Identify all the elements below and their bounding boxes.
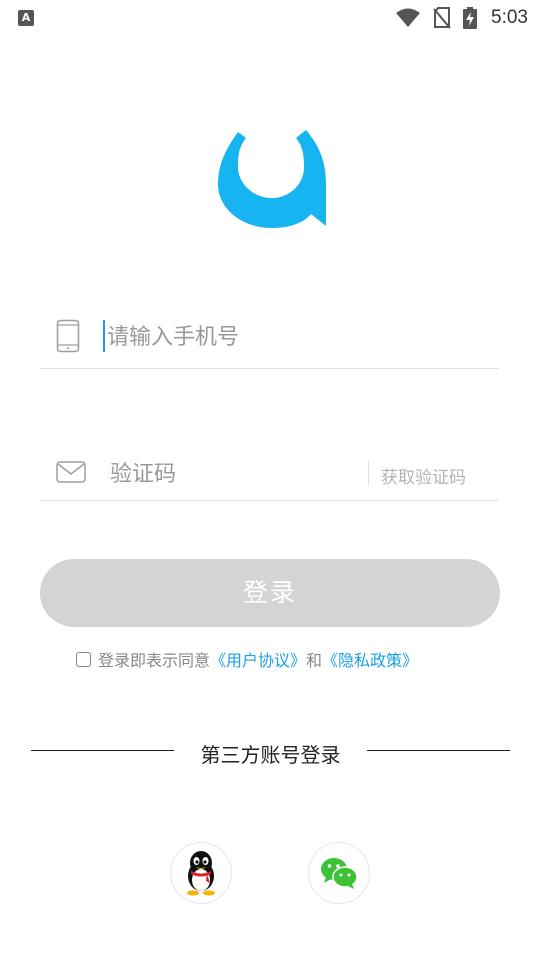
agreement-row: 登录即表示同意 《用户协议》 和 《隐私政策》 (76, 648, 418, 670)
qq-login-button[interactable] (170, 842, 232, 904)
status-bar: A 5:03 (0, 0, 540, 36)
agreement-conjunction: 和 (306, 651, 323, 670)
clock: 5:03 (491, 7, 528, 28)
app-logo (218, 130, 326, 228)
login-button[interactable]: 登录 (40, 559, 500, 627)
third-party-title: 第三方账号登录 (200, 743, 341, 767)
notification-icon: A (18, 10, 34, 26)
agreement-checkbox[interactable] (76, 651, 91, 667)
phone-icon (56, 319, 80, 353)
privacy-policy-link[interactable]: 《隐私政策》 (322, 647, 418, 671)
divider-line-left (31, 750, 174, 751)
phone-field (40, 308, 499, 369)
qq-icon (187, 851, 215, 896)
no-sim-icon (433, 7, 451, 29)
text-caret (103, 320, 105, 352)
verification-code-input[interactable] (110, 459, 360, 489)
wechat-icon (321, 858, 358, 889)
battery-charging-icon (463, 7, 478, 29)
phone-input[interactable] (107, 322, 467, 352)
wifi-icon (396, 8, 421, 27)
envelope-icon (56, 461, 86, 483)
field-divider (368, 460, 369, 486)
wechat-login-button[interactable] (308, 842, 370, 904)
user-agreement-link[interactable]: 《用户协议》 (210, 647, 306, 671)
verification-code-field: 获取验证码 (40, 446, 499, 501)
agreement-text: 登录即表示同意 (98, 651, 211, 670)
get-code-button[interactable]: 获取验证码 (381, 463, 466, 488)
divider-line-right (367, 750, 510, 751)
status-icons: 5:03 (395, 6, 528, 30)
